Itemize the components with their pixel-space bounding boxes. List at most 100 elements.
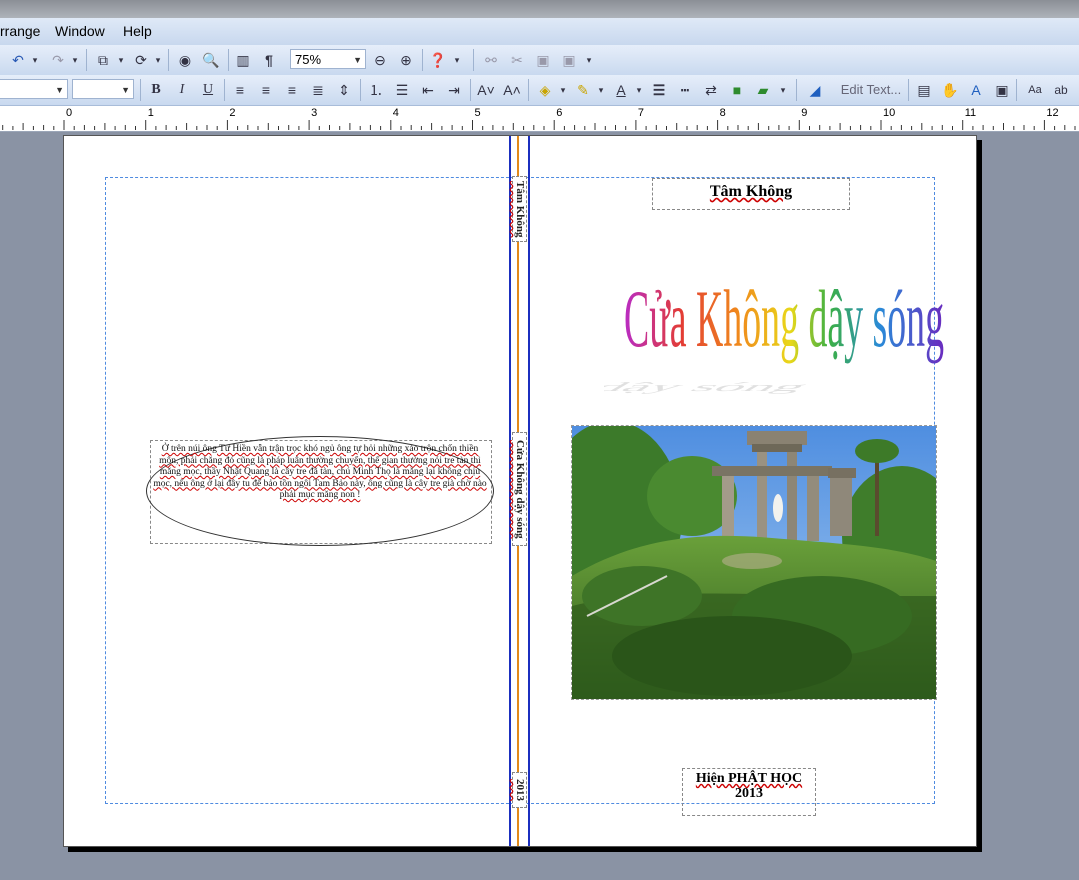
shrink-font-icon[interactable]: A˅	[476, 81, 496, 99]
author-textbox[interactable]: Tâm Không	[652, 178, 850, 210]
print-preview-icon[interactable]: 🔍	[200, 51, 222, 69]
columns-icon[interactable]: ▥	[233, 51, 253, 69]
dash-style-icon[interactable]: ┅	[674, 81, 696, 99]
wordart-icon[interactable]: ◢	[804, 81, 826, 99]
fill-color-dropdown-icon[interactable]: ▾	[558, 81, 568, 99]
separator	[796, 79, 797, 101]
prev-frame-icon[interactable]: ▣	[532, 51, 554, 69]
publication-page: Tâm Không Cửa Không dậy sóng 2013 Tâm Kh…	[63, 135, 977, 847]
fill-color-icon[interactable]: ◈	[534, 81, 556, 99]
shadow-style-icon[interactable]: ■	[726, 81, 748, 99]
rotate-dropdown-icon[interactable]: ▾	[153, 51, 163, 69]
edit-text-button[interactable]: Edit Text...	[836, 81, 906, 99]
spine-author[interactable]: Tâm Không	[512, 176, 527, 242]
line-color-icon[interactable]: ✎	[572, 81, 594, 99]
redo-icon[interactable]: ↷	[48, 51, 68, 69]
toolbar-options-icon[interactable]: ▾	[778, 81, 788, 99]
link-icon[interactable]: ⚯	[480, 51, 502, 69]
decrease-indent-icon[interactable]: ⇤	[418, 81, 438, 99]
bring-front-dropdown-icon[interactable]: ▾	[116, 51, 126, 69]
separator	[86, 49, 87, 71]
horizontal-ruler[interactable]: 0 1 2 3 4 5 6 7 8 9 10 11 12	[0, 106, 1079, 132]
align-left-icon[interactable]: ≡	[230, 81, 250, 99]
undo-dropdown-icon[interactable]: ▾	[30, 51, 40, 69]
text-wrapping-icon[interactable]: ▣	[992, 81, 1012, 99]
toolbar-options-icon[interactable]: ▾	[584, 51, 594, 69]
line-style-icon[interactable]: ☰	[648, 81, 670, 99]
justify-icon[interactable]: ≣	[308, 81, 328, 99]
numbering-icon[interactable]: ⒈	[366, 81, 386, 99]
3d-style-icon[interactable]: ▰	[752, 81, 774, 99]
ruler-number: 2	[229, 107, 236, 119]
underline-icon[interactable]: U	[198, 81, 218, 99]
chevron-down-icon: ▼	[121, 85, 130, 95]
separator	[168, 49, 169, 71]
wordart-gallery-icon[interactable]: ▤	[914, 81, 934, 99]
bring-to-front-icon[interactable]: ⧉	[92, 51, 114, 69]
ruler-number: 10	[883, 107, 896, 119]
help-icon[interactable]: ❓	[428, 51, 448, 69]
publisher-textbox[interactable]: Hiện PHẬT HỌC 2013	[682, 768, 816, 816]
ruler-number: 4	[392, 107, 399, 119]
formatting-toolbar: ▼ ▼ B I U ≡ ≡ ≡ ≣ ⇕ ⒈ ☰ ⇤ ⇥ A˅ A˄ ◈ ▾ ✎ …	[0, 75, 1079, 106]
ruler-number: 7	[637, 107, 645, 119]
ruler-number: 8	[719, 107, 726, 119]
font-name-combo[interactable]: ▼	[0, 79, 68, 99]
wordart-shadow: Cửa Không dậy sóng	[604, 380, 817, 394]
redo-dropdown-icon[interactable]: ▾	[70, 51, 80, 69]
title-bar	[0, 0, 1079, 18]
chevron-down-icon: ▼	[55, 85, 64, 95]
separator	[1016, 79, 1017, 101]
same-letter-heights-icon[interactable]: Aa	[1024, 81, 1046, 99]
blurb-text: Ở trên núi ông Tư Hiền vẫn trận trọc khó…	[153, 444, 487, 500]
cover-photo[interactable]	[571, 425, 937, 700]
menu-bar: rrange Window Help	[0, 18, 1079, 45]
menu-window[interactable]: Window	[55, 23, 105, 39]
ruler-number: 11	[964, 107, 977, 119]
wordart-shape-icon[interactable]: A	[966, 81, 986, 99]
vertical-text-icon[interactable]: ab	[1050, 81, 1072, 99]
align-center-icon[interactable]: ≡	[256, 81, 276, 99]
zoom-out-icon[interactable]: ⊖	[370, 51, 390, 69]
undo-icon[interactable]: ↶	[8, 51, 28, 69]
toolbar-options-icon[interactable]: ▾	[452, 51, 462, 69]
temple-hill-image	[572, 426, 936, 699]
arrow-style-icon[interactable]: ⇄	[700, 81, 722, 99]
italic-icon[interactable]: I	[172, 81, 192, 99]
font-color-icon[interactable]: A	[610, 81, 632, 99]
title-wordart[interactable]: Cửa Không dậy sóng Cửa Không dậy sóng	[604, 246, 944, 396]
ruler-number: 12	[1046, 107, 1059, 119]
ruler-number: 9	[801, 107, 808, 119]
bold-icon[interactable]: B	[146, 81, 166, 99]
font-size-combo[interactable]: ▼	[72, 79, 134, 99]
font-color-dropdown-icon[interactable]: ▾	[634, 81, 644, 99]
pilcrow-icon[interactable]: ¶	[259, 51, 279, 69]
unlink-icon[interactable]: ✂	[506, 51, 528, 69]
wordart-title-text: Cửa Không dậy sóng	[624, 273, 944, 364]
menu-help[interactable]: Help	[123, 23, 152, 39]
separator	[470, 79, 471, 101]
research-icon[interactable]: ◉	[174, 51, 196, 69]
zoom-in-icon[interactable]: ⊕	[396, 51, 416, 69]
spine-year[interactable]: 2013	[512, 772, 527, 808]
grow-font-icon[interactable]: A˄	[502, 81, 522, 99]
zoom-value: 75%	[295, 52, 322, 67]
author-name: Tâm Không	[709, 183, 793, 200]
rotate-icon[interactable]: ⟳	[130, 51, 152, 69]
chevron-down-icon: ▼	[353, 55, 362, 65]
separator	[228, 49, 229, 71]
increase-indent-icon[interactable]: ⇥	[444, 81, 464, 99]
separator	[528, 79, 529, 101]
spine-title[interactable]: Cửa Không dậy sóng	[512, 432, 527, 546]
menu-arrange[interactable]: rrange	[0, 23, 40, 39]
separator	[473, 49, 474, 71]
ruler-number: 1	[147, 107, 154, 119]
line-spacing-icon[interactable]: ⇕	[334, 81, 354, 99]
align-right-icon[interactable]: ≡	[282, 81, 302, 99]
separator	[224, 79, 225, 101]
line-color-dropdown-icon[interactable]: ▾	[596, 81, 606, 99]
next-frame-icon[interactable]: ▣	[558, 51, 580, 69]
bullets-icon[interactable]: ☰	[392, 81, 412, 99]
zoom-combo[interactable]: 75% ▼	[290, 49, 366, 69]
format-wordart-icon[interactable]: ✋	[940, 81, 960, 99]
